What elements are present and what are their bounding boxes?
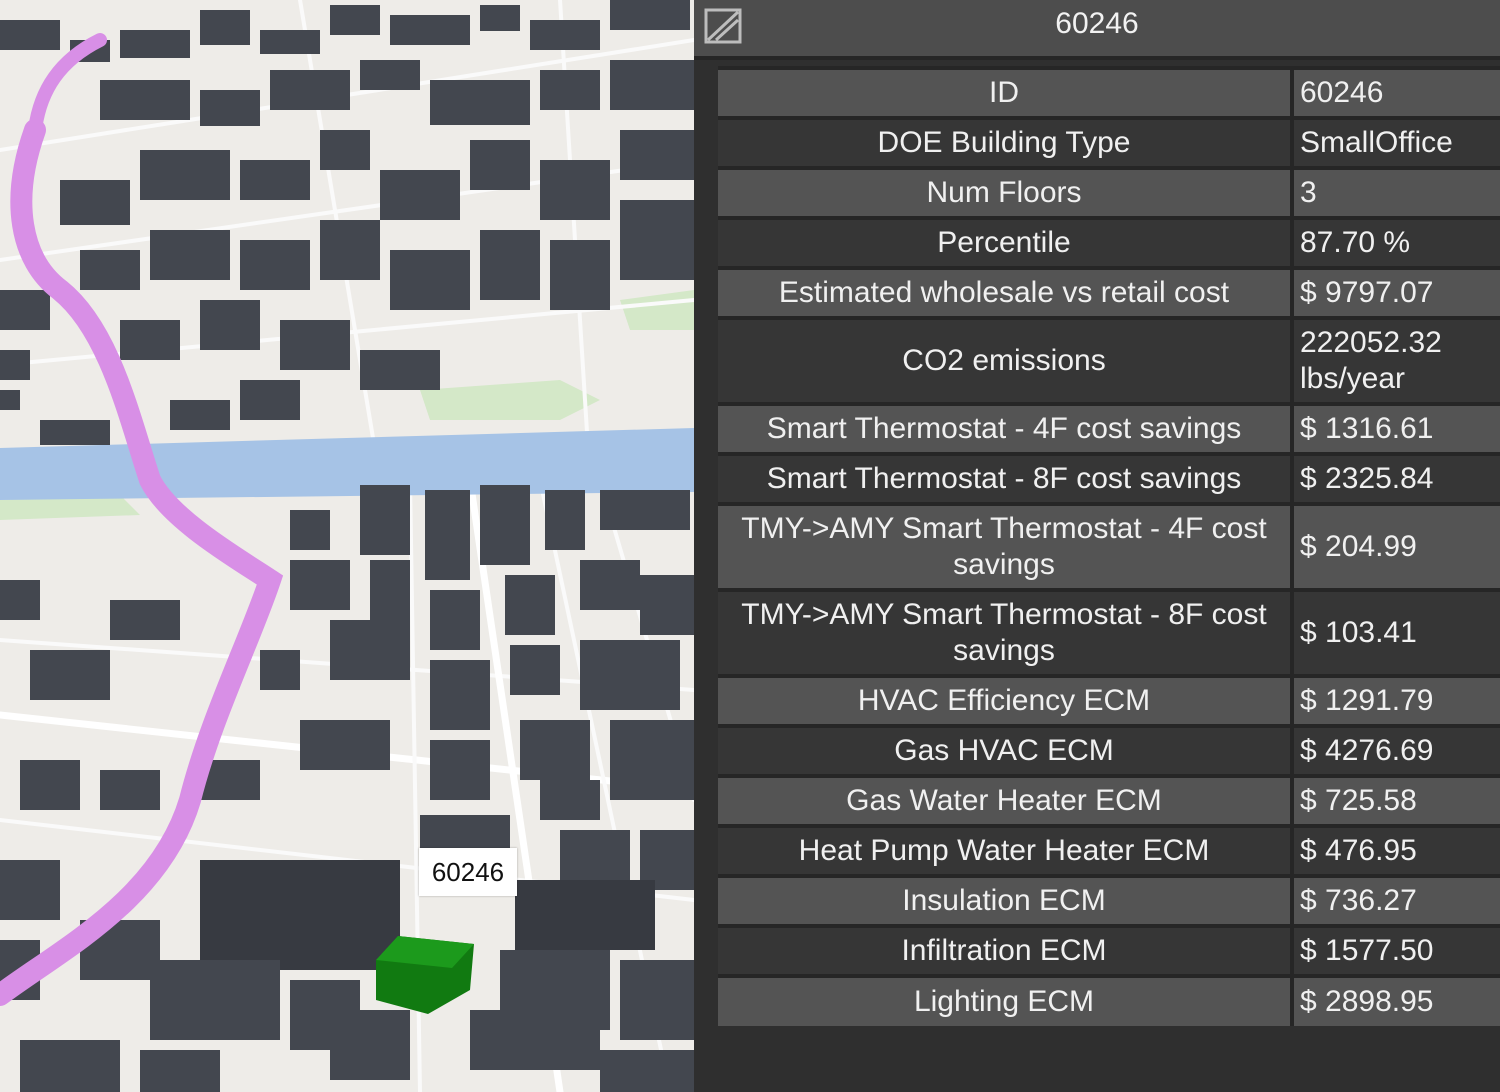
attribute-label: DOE Building Type xyxy=(718,116,1294,168)
attribute-label: Insulation ECM xyxy=(718,874,1294,926)
attribute-table: ID 60246 DOE Building Type SmallOffice Num F… xyxy=(718,66,1500,1026)
attribute-row: Infiltration ECM $ 1577.50 xyxy=(718,924,1500,976)
attribute-label: Heat Pump Water Heater ECM xyxy=(718,824,1294,876)
attribute-value: $ 736.27 xyxy=(1292,874,1500,926)
attribute-row: ID 60246 xyxy=(718,66,1500,118)
attribute-panel: 60246 ID 60246 DOE Building Type SmallOffic… xyxy=(694,0,1500,1092)
attribute-label: Smart Thermostat - 8F cost savings xyxy=(718,452,1294,504)
collapse-icon xyxy=(704,8,742,44)
attribute-label: Estimated wholesale vs retail cost xyxy=(718,266,1294,318)
attribute-row: CO2 emissions 222052.32 lbs/year xyxy=(718,316,1500,404)
attribute-label: Gas HVAC ECM xyxy=(718,724,1294,776)
attribute-row: Heat Pump Water Heater ECM $ 476.95 xyxy=(718,824,1500,876)
attribute-value: $ 1577.50 xyxy=(1292,924,1500,976)
attribute-row: Estimated wholesale vs retail cost $ 9797… xyxy=(718,266,1500,318)
panel-header: 60246 xyxy=(694,0,1500,60)
attribute-value: $ 476.95 xyxy=(1292,824,1500,876)
attribute-label: TMY->AMY Smart Thermostat - 8F cost savi… xyxy=(718,588,1294,676)
attribute-value: $ 4276.69 xyxy=(1292,724,1500,776)
attribute-label: Infiltration ECM xyxy=(718,924,1294,976)
attribute-value: $ 103.41 xyxy=(1292,588,1500,676)
attribute-value: $ 9797.07 xyxy=(1292,266,1500,318)
map-view[interactable]: 60246 xyxy=(0,0,694,1092)
attribute-label: CO2 emissions xyxy=(718,316,1294,404)
attribute-row: TMY->AMY Smart Thermostat - 8F cost savi… xyxy=(718,588,1500,676)
attribute-label: Percentile xyxy=(718,216,1294,268)
attribute-label: HVAC Efficiency ECM xyxy=(718,674,1294,726)
attribute-row: TMY->AMY Smart Thermostat - 4F cost savi… xyxy=(718,502,1500,590)
attribute-row: Smart Thermostat - 4F cost savings $ 1316… xyxy=(718,402,1500,454)
attribute-row: HVAC Efficiency ECM $ 1291.79 xyxy=(718,674,1500,726)
attribute-row: Lighting ECM $ 2898.95 xyxy=(718,974,1500,1026)
collapse-button[interactable] xyxy=(704,6,744,46)
app-window: 60246 60246 ID 60246 DOE Building Type Smal… xyxy=(0,0,1500,1092)
attribute-value: $ 725.58 xyxy=(1292,774,1500,826)
attribute-row: Percentile 87.70 % xyxy=(718,216,1500,268)
attribute-label: Smart Thermostat - 4F cost savings xyxy=(718,402,1294,454)
attribute-label: ID xyxy=(718,66,1294,118)
attribute-value: $ 1316.61 xyxy=(1292,402,1500,454)
attribute-row: Insulation ECM $ 736.27 xyxy=(718,874,1500,926)
attribute-row: DOE Building Type SmallOffice xyxy=(718,116,1500,168)
attribute-value: 87.70 % xyxy=(1292,216,1500,268)
map-canvas[interactable] xyxy=(0,0,694,1092)
attribute-value: $ 204.99 xyxy=(1292,502,1500,590)
attribute-label: TMY->AMY Smart Thermostat - 4F cost savi… xyxy=(718,502,1294,590)
attribute-value: $ 1291.79 xyxy=(1292,674,1500,726)
attribute-row: Gas Water Heater ECM $ 725.58 xyxy=(718,774,1500,826)
attribute-row: Gas HVAC ECM $ 4276.69 xyxy=(718,724,1500,776)
selected-building-label: 60246 xyxy=(419,848,517,896)
attribute-value: 60246 xyxy=(1292,66,1500,118)
attribute-value: $ 2325.84 xyxy=(1292,452,1500,504)
attribute-row: Smart Thermostat - 8F cost savings $ 2325… xyxy=(718,452,1500,504)
attribute-value: 222052.32 lbs/year xyxy=(1292,316,1500,404)
attribute-table-body: ID 60246 DOE Building Type SmallOffice Num F… xyxy=(718,66,1500,1026)
attribute-value: $ 2898.95 xyxy=(1292,974,1500,1026)
attribute-label: Lighting ECM xyxy=(718,974,1294,1026)
attribute-row: Num Floors 3 xyxy=(718,166,1500,218)
panel-title: 60246 xyxy=(1055,7,1139,40)
attribute-label: Num Floors xyxy=(718,166,1294,218)
attribute-label: Gas Water Heater ECM xyxy=(718,774,1294,826)
attribute-value: SmallOffice xyxy=(1292,116,1500,168)
attribute-value: 3 xyxy=(1292,166,1500,218)
